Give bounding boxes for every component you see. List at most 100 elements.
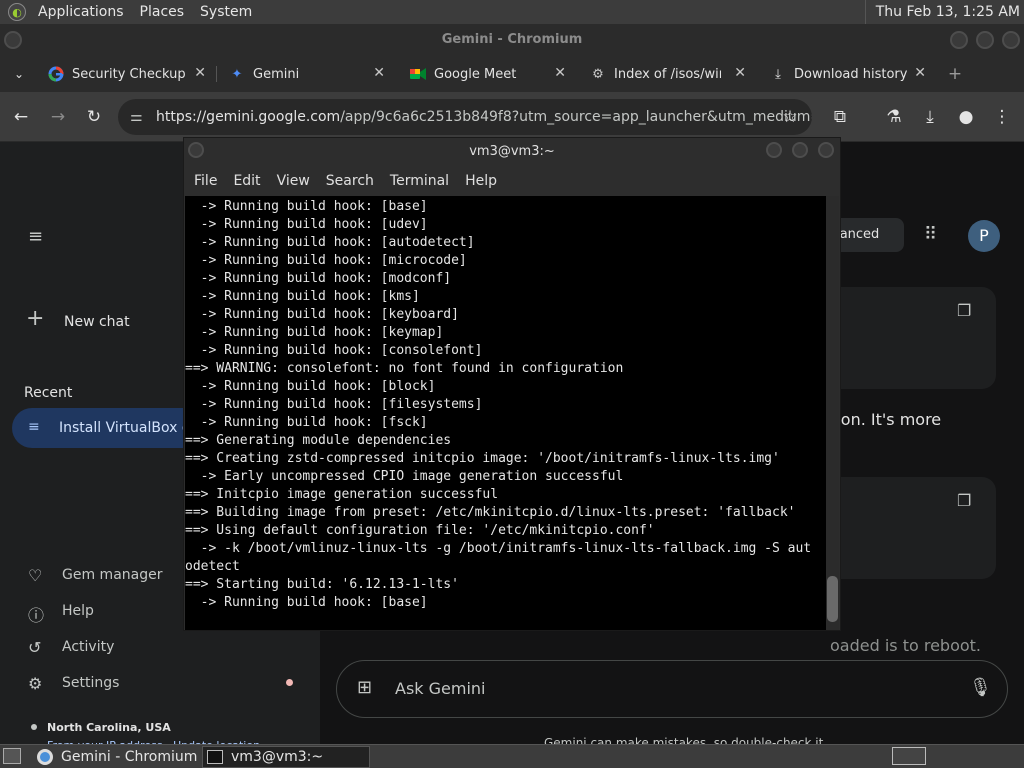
taskbar-item-chromium[interactable]: Gemini - Chromium	[33, 746, 198, 768]
tab-close-icon[interactable]: ✕	[194, 65, 206, 81]
tab-search-chevron-icon[interactable]: ⌄	[8, 63, 30, 85]
terminal-close-icon[interactable]	[818, 142, 834, 158]
terminal-line: -> Running build hook: [filesystems]	[185, 397, 483, 412]
tab-google-meet[interactable]: Google Meet ✕	[410, 56, 566, 92]
tab-close-icon[interactable]: ✕	[554, 65, 566, 81]
prompt-placeholder[interactable]: Ask Gemini	[395, 679, 486, 698]
close-window-icon[interactable]	[1002, 31, 1020, 49]
show-desktop-icon[interactable]	[3, 748, 21, 764]
code-block-card-2: ❐	[820, 477, 996, 579]
terminal-menu-view[interactable]: View	[269, 173, 318, 189]
activity-icon: ↺	[28, 638, 42, 657]
tab-close-icon[interactable]: ✕	[373, 65, 385, 81]
new-tab-icon[interactable]: +	[944, 63, 966, 85]
terminal-menu-file[interactable]: File	[186, 173, 225, 189]
nav-help[interactable]: Help	[62, 603, 94, 619]
site-info-icon[interactable]: ⚌	[130, 99, 143, 135]
tab-gemini[interactable]: ✦ Gemini ✕	[229, 56, 385, 92]
back-icon[interactable]: ←	[10, 106, 32, 128]
labs-flask-icon[interactable]: ⚗	[883, 106, 905, 128]
minimize-icon[interactable]	[950, 31, 968, 49]
index-page-icon: ⚙	[592, 66, 604, 82]
terminal-menubar: File Edit View Search Terminal Help	[184, 166, 840, 196]
address-bar[interactable]: ⚌ https://gemini.google.com/app/9c6a6c25…	[118, 99, 812, 135]
terminal-menu-edit[interactable]: Edit	[225, 173, 268, 189]
distro-logo-icon[interactable]: ◐	[8, 3, 26, 21]
url-path: /app/9c6a6c2513b849f8?utm_source=app_lau…	[340, 109, 812, 125]
terminal-scroll-thumb[interactable]	[827, 576, 838, 622]
tab-close-icon[interactable]: ✕	[914, 65, 926, 81]
terminal-menu-search[interactable]: Search	[318, 173, 382, 189]
nav-activity[interactable]: Activity	[62, 639, 114, 655]
window-menu-icon[interactable]	[4, 31, 22, 49]
prompt-input-box[interactable]: ⊞ Ask Gemini 🎙	[336, 660, 1008, 718]
url-host: https://gemini.google.com	[156, 109, 341, 125]
terminal-scrollbar[interactable]	[826, 196, 839, 630]
terminal-line: -> Running build hook: [base]	[185, 595, 428, 610]
taskbar-terminal-label: vm3@vm3:~	[231, 749, 324, 765]
terminal-line: -> Running build hook: [keyboard]	[185, 307, 459, 322]
taskbar-item-terminal[interactable]: vm3@vm3:~	[202, 746, 370, 768]
terminal-line: -> Running build hook: [block]	[185, 379, 436, 394]
terminal-line: -> Running build hook: [keymap]	[185, 325, 444, 340]
workspace-switcher[interactable]	[892, 747, 926, 765]
tab-download-history[interactable]: ⤓ Download history ✕	[770, 56, 926, 92]
terminal-menu-terminal[interactable]: Terminal	[382, 173, 457, 189]
terminal-line: -> Running build hook: [udev]	[185, 217, 428, 232]
top-panel: ◐ Applications Places System Thu Feb 13,…	[0, 0, 1024, 24]
window-titlebar: Gemini - Chromium	[0, 24, 1024, 56]
copy-icon[interactable]: ❐	[957, 491, 971, 510]
menu-places[interactable]: Places	[132, 0, 193, 24]
reload-icon[interactable]: ↻	[83, 106, 105, 128]
chat-list-icon: ≡	[28, 419, 40, 435]
new-chat-plus-icon[interactable]: +	[26, 306, 44, 331]
tab-label: Security Checkup	[72, 66, 186, 82]
terminal-line: ==> Using default configuration file: '/…	[185, 523, 655, 538]
menu-system[interactable]: System	[192, 0, 260, 24]
terminal-icon	[207, 750, 223, 764]
tab-index-isos[interactable]: ⚙ Index of /isos/wind ✕	[590, 56, 746, 92]
menu-applications[interactable]: Applications	[30, 0, 132, 24]
terminal-line: -> Running build hook: [kms]	[185, 289, 420, 304]
terminal-line: ==> Building image from preset: /etc/mki…	[185, 505, 796, 520]
terminal-line: -> Running build hook: [microcode]	[185, 253, 467, 268]
terminal-line: -> Running build hook: [autodetect]	[185, 235, 475, 250]
profile-icon[interactable]: ●	[955, 106, 977, 128]
location-text: North Carolina, USA	[47, 721, 171, 734]
downloads-icon[interactable]: ⤓	[919, 106, 941, 128]
forward-icon[interactable]: →	[47, 106, 69, 128]
gemini-sparkle-icon: ✦	[231, 66, 243, 82]
terminal-line: ==> Initcpio image generation successful	[185, 487, 499, 502]
new-chat-button[interactable]: New chat	[64, 314, 130, 330]
terminal-output[interactable]: -> Running build hook: [base] -> Running…	[185, 196, 827, 630]
terminal-titlebar: vm3@vm3:~	[184, 138, 840, 166]
bottom-taskbar: Gemini - Chromium vm3@vm3:~	[0, 744, 1024, 768]
terminal-line: -> Early uncompressed CPIO image generat…	[185, 469, 624, 484]
chrome-menu-icon[interactable]: ⋮	[991, 106, 1013, 128]
terminal-line: ==> WARNING: consolefont: no font found …	[185, 361, 624, 376]
response-text-fragment: sion. It's more	[828, 410, 942, 429]
terminal-window: vm3@vm3:~ File Edit View Search Terminal…	[183, 137, 841, 631]
tab-security-checkup[interactable]: Security Checkup ✕	[48, 56, 206, 92]
response-text-fragment-2: oaded is to reboot.	[830, 636, 982, 655]
avatar[interactable]: P	[968, 220, 1000, 252]
terminal-maximize-icon[interactable]	[792, 142, 808, 158]
window-title: Gemini - Chromium	[441, 32, 583, 47]
main-menu-icon[interactable]: ≡	[28, 226, 43, 247]
maximize-icon[interactable]	[976, 31, 994, 49]
tab-close-icon[interactable]: ✕	[734, 65, 746, 81]
panel-clock[interactable]: Thu Feb 13, 1:25 AM	[864, 0, 1020, 24]
bookmark-star-icon[interactable]: ☆	[779, 106, 801, 128]
copy-icon[interactable]: ❐	[957, 301, 971, 320]
terminal-minimize-icon[interactable]	[766, 142, 782, 158]
settings-gear-icon: ⚙	[28, 674, 43, 693]
apps-grid-icon[interactable]: ⠿	[924, 224, 937, 245]
terminal-window-menu-icon[interactable]	[188, 142, 204, 158]
microphone-icon[interactable]: 🎙	[969, 677, 992, 698]
extensions-icon[interactable]: ⧉	[829, 106, 851, 128]
terminal-menu-help[interactable]: Help	[457, 173, 505, 189]
nav-gem-manager[interactable]: Gem manager	[62, 567, 162, 583]
add-image-icon[interactable]: ⊞	[357, 677, 372, 698]
nav-settings[interactable]: Settings	[62, 675, 119, 691]
tab-label: Gemini	[253, 66, 300, 82]
